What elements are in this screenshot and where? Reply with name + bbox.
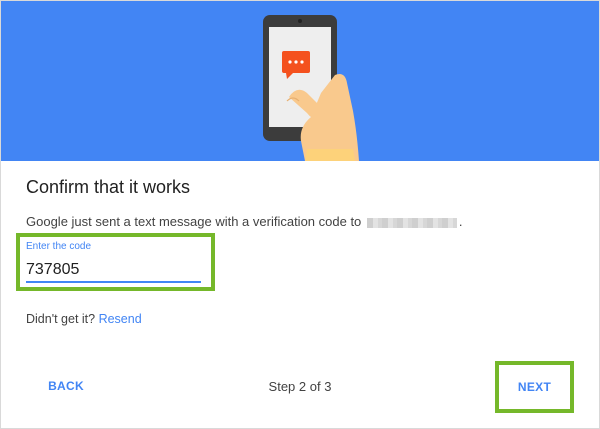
redacted-phone-number bbox=[366, 217, 457, 228]
next-button[interactable]: NEXT bbox=[499, 365, 570, 409]
phone-illustration bbox=[1, 1, 599, 161]
description-suffix: . bbox=[458, 214, 463, 229]
description-text: Google just sent a text message with a v… bbox=[26, 214, 463, 229]
code-input-highlight: Enter the code bbox=[16, 233, 215, 291]
resend-link[interactable]: Resend bbox=[99, 312, 142, 326]
next-button-highlight: NEXT bbox=[495, 361, 574, 413]
dialog: Confirm that it works Google just sent a… bbox=[0, 0, 600, 429]
description-prefix: Google just sent a text message with a v… bbox=[26, 214, 362, 229]
resend-row: Didn't get it? Resend bbox=[26, 312, 142, 326]
page-title: Confirm that it works bbox=[26, 177, 191, 197]
resend-prefix: Didn't get it? bbox=[26, 312, 96, 326]
code-input[interactable] bbox=[26, 259, 201, 283]
code-input-label: Enter the code bbox=[26, 241, 92, 252]
header-banner bbox=[1, 1, 599, 161]
